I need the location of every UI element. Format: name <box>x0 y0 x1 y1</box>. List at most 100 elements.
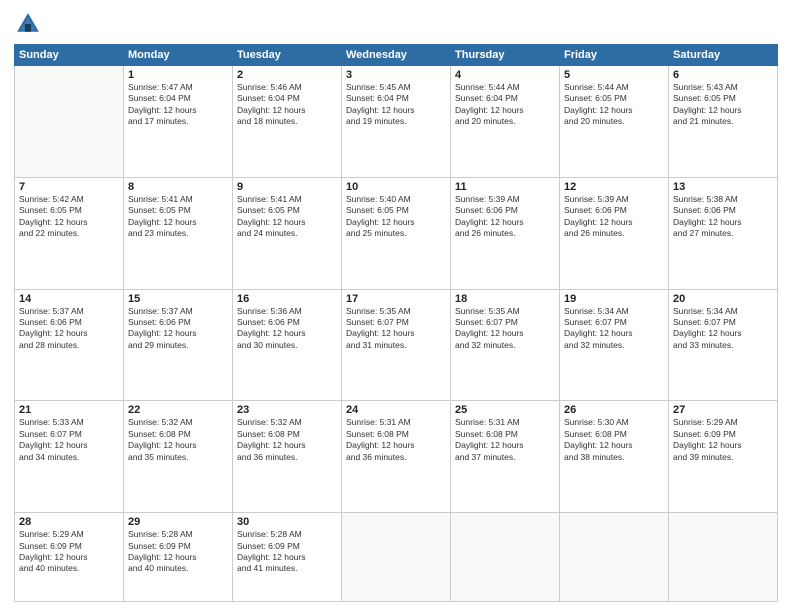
day-number: 3 <box>346 69 446 81</box>
day-number: 14 <box>19 293 119 305</box>
calendar-cell: 24Sunrise: 5:31 AM Sunset: 6:08 PM Dayli… <box>342 401 451 513</box>
day-info: Sunrise: 5:44 AM Sunset: 6:04 PM Dayligh… <box>455 82 555 128</box>
calendar-cell <box>342 513 451 602</box>
day-number: 8 <box>128 181 228 193</box>
day-info: Sunrise: 5:39 AM Sunset: 6:06 PM Dayligh… <box>455 194 555 240</box>
day-info: Sunrise: 5:35 AM Sunset: 6:07 PM Dayligh… <box>455 306 555 352</box>
calendar-cell: 1Sunrise: 5:47 AM Sunset: 6:04 PM Daylig… <box>124 66 233 178</box>
day-info: Sunrise: 5:40 AM Sunset: 6:05 PM Dayligh… <box>346 194 446 240</box>
calendar-cell: 7Sunrise: 5:42 AM Sunset: 6:05 PM Daylig… <box>15 177 124 289</box>
day-number: 30 <box>237 516 337 528</box>
day-number: 1 <box>128 69 228 81</box>
day-number: 11 <box>455 181 555 193</box>
calendar-week-row: 14Sunrise: 5:37 AM Sunset: 6:06 PM Dayli… <box>15 289 778 401</box>
weekday-header-row: SundayMondayTuesdayWednesdayThursdayFrid… <box>15 45 778 66</box>
weekday-header-thursday: Thursday <box>451 45 560 66</box>
calendar-cell: 23Sunrise: 5:32 AM Sunset: 6:08 PM Dayli… <box>233 401 342 513</box>
calendar-cell: 20Sunrise: 5:34 AM Sunset: 6:07 PM Dayli… <box>669 289 778 401</box>
calendar-table: SundayMondayTuesdayWednesdayThursdayFrid… <box>14 44 778 602</box>
day-info: Sunrise: 5:43 AM Sunset: 6:05 PM Dayligh… <box>673 82 773 128</box>
logo-icon <box>14 10 42 38</box>
day-number: 2 <box>237 69 337 81</box>
calendar-cell: 16Sunrise: 5:36 AM Sunset: 6:06 PM Dayli… <box>233 289 342 401</box>
calendar-cell: 30Sunrise: 5:28 AM Sunset: 6:09 PM Dayli… <box>233 513 342 602</box>
day-number: 24 <box>346 404 446 416</box>
day-info: Sunrise: 5:37 AM Sunset: 6:06 PM Dayligh… <box>19 306 119 352</box>
day-number: 21 <box>19 404 119 416</box>
calendar-cell: 22Sunrise: 5:32 AM Sunset: 6:08 PM Dayli… <box>124 401 233 513</box>
day-info: Sunrise: 5:44 AM Sunset: 6:05 PM Dayligh… <box>564 82 664 128</box>
calendar-cell: 29Sunrise: 5:28 AM Sunset: 6:09 PM Dayli… <box>124 513 233 602</box>
day-info: Sunrise: 5:41 AM Sunset: 6:05 PM Dayligh… <box>128 194 228 240</box>
day-info: Sunrise: 5:28 AM Sunset: 6:09 PM Dayligh… <box>128 529 228 575</box>
calendar-cell: 10Sunrise: 5:40 AM Sunset: 6:05 PM Dayli… <box>342 177 451 289</box>
calendar-cell: 15Sunrise: 5:37 AM Sunset: 6:06 PM Dayli… <box>124 289 233 401</box>
calendar-cell: 28Sunrise: 5:29 AM Sunset: 6:09 PM Dayli… <box>15 513 124 602</box>
day-info: Sunrise: 5:31 AM Sunset: 6:08 PM Dayligh… <box>455 417 555 463</box>
day-info: Sunrise: 5:36 AM Sunset: 6:06 PM Dayligh… <box>237 306 337 352</box>
day-number: 19 <box>564 293 664 305</box>
calendar-cell: 21Sunrise: 5:33 AM Sunset: 6:07 PM Dayli… <box>15 401 124 513</box>
calendar-cell: 19Sunrise: 5:34 AM Sunset: 6:07 PM Dayli… <box>560 289 669 401</box>
day-info: Sunrise: 5:32 AM Sunset: 6:08 PM Dayligh… <box>237 417 337 463</box>
calendar-cell: 13Sunrise: 5:38 AM Sunset: 6:06 PM Dayli… <box>669 177 778 289</box>
day-info: Sunrise: 5:32 AM Sunset: 6:08 PM Dayligh… <box>128 417 228 463</box>
calendar-cell <box>451 513 560 602</box>
day-info: Sunrise: 5:38 AM Sunset: 6:06 PM Dayligh… <box>673 194 773 240</box>
day-info: Sunrise: 5:42 AM Sunset: 6:05 PM Dayligh… <box>19 194 119 240</box>
day-number: 28 <box>19 516 119 528</box>
day-info: Sunrise: 5:37 AM Sunset: 6:06 PM Dayligh… <box>128 306 228 352</box>
day-number: 22 <box>128 404 228 416</box>
day-number: 25 <box>455 404 555 416</box>
day-info: Sunrise: 5:34 AM Sunset: 6:07 PM Dayligh… <box>673 306 773 352</box>
calendar-week-row: 21Sunrise: 5:33 AM Sunset: 6:07 PM Dayli… <box>15 401 778 513</box>
header <box>14 10 778 38</box>
calendar-cell: 6Sunrise: 5:43 AM Sunset: 6:05 PM Daylig… <box>669 66 778 178</box>
day-number: 20 <box>673 293 773 305</box>
calendar-cell: 4Sunrise: 5:44 AM Sunset: 6:04 PM Daylig… <box>451 66 560 178</box>
day-info: Sunrise: 5:33 AM Sunset: 6:07 PM Dayligh… <box>19 417 119 463</box>
weekday-header-tuesday: Tuesday <box>233 45 342 66</box>
day-number: 16 <box>237 293 337 305</box>
day-number: 23 <box>237 404 337 416</box>
day-info: Sunrise: 5:35 AM Sunset: 6:07 PM Dayligh… <box>346 306 446 352</box>
calendar-cell: 2Sunrise: 5:46 AM Sunset: 6:04 PM Daylig… <box>233 66 342 178</box>
day-number: 27 <box>673 404 773 416</box>
calendar-cell: 27Sunrise: 5:29 AM Sunset: 6:09 PM Dayli… <box>669 401 778 513</box>
day-number: 13 <box>673 181 773 193</box>
weekday-header-friday: Friday <box>560 45 669 66</box>
day-number: 15 <box>128 293 228 305</box>
day-info: Sunrise: 5:39 AM Sunset: 6:06 PM Dayligh… <box>564 194 664 240</box>
calendar-cell: 18Sunrise: 5:35 AM Sunset: 6:07 PM Dayli… <box>451 289 560 401</box>
day-number: 6 <box>673 69 773 81</box>
day-number: 5 <box>564 69 664 81</box>
calendar-week-row: 28Sunrise: 5:29 AM Sunset: 6:09 PM Dayli… <box>15 513 778 602</box>
day-info: Sunrise: 5:29 AM Sunset: 6:09 PM Dayligh… <box>673 417 773 463</box>
calendar-cell <box>669 513 778 602</box>
day-number: 9 <box>237 181 337 193</box>
calendar-cell: 25Sunrise: 5:31 AM Sunset: 6:08 PM Dayli… <box>451 401 560 513</box>
calendar-cell: 9Sunrise: 5:41 AM Sunset: 6:05 PM Daylig… <box>233 177 342 289</box>
calendar-cell: 17Sunrise: 5:35 AM Sunset: 6:07 PM Dayli… <box>342 289 451 401</box>
calendar-week-row: 1Sunrise: 5:47 AM Sunset: 6:04 PM Daylig… <box>15 66 778 178</box>
calendar-cell: 11Sunrise: 5:39 AM Sunset: 6:06 PM Dayli… <box>451 177 560 289</box>
calendar-cell: 8Sunrise: 5:41 AM Sunset: 6:05 PM Daylig… <box>124 177 233 289</box>
weekday-header-saturday: Saturday <box>669 45 778 66</box>
day-info: Sunrise: 5:30 AM Sunset: 6:08 PM Dayligh… <box>564 417 664 463</box>
calendar-week-row: 7Sunrise: 5:42 AM Sunset: 6:05 PM Daylig… <box>15 177 778 289</box>
day-info: Sunrise: 5:41 AM Sunset: 6:05 PM Dayligh… <box>237 194 337 240</box>
calendar-cell: 5Sunrise: 5:44 AM Sunset: 6:05 PM Daylig… <box>560 66 669 178</box>
weekday-header-wednesday: Wednesday <box>342 45 451 66</box>
calendar-cell: 14Sunrise: 5:37 AM Sunset: 6:06 PM Dayli… <box>15 289 124 401</box>
page: SundayMondayTuesdayWednesdayThursdayFrid… <box>0 0 792 612</box>
day-number: 12 <box>564 181 664 193</box>
day-info: Sunrise: 5:34 AM Sunset: 6:07 PM Dayligh… <box>564 306 664 352</box>
day-number: 7 <box>19 181 119 193</box>
logo <box>14 10 46 38</box>
weekday-header-sunday: Sunday <box>15 45 124 66</box>
day-number: 10 <box>346 181 446 193</box>
day-number: 17 <box>346 293 446 305</box>
day-number: 29 <box>128 516 228 528</box>
weekday-header-monday: Monday <box>124 45 233 66</box>
day-number: 26 <box>564 404 664 416</box>
